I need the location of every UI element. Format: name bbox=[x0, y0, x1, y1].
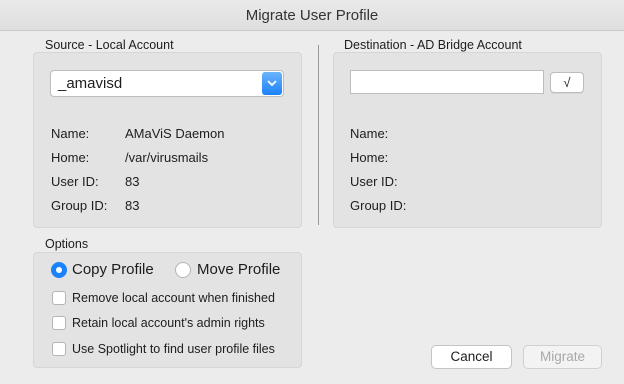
copy-profile-radio[interactable] bbox=[51, 262, 67, 278]
remove-local-account-label[interactable]: Remove local account when finished bbox=[72, 291, 275, 305]
window-title: Migrate User Profile bbox=[0, 0, 624, 31]
check-account-button[interactable]: √ bbox=[550, 72, 584, 93]
chevron-down-icon[interactable] bbox=[262, 72, 282, 95]
migrate-button[interactable]: Migrate bbox=[523, 345, 602, 369]
source-home-label: Home: bbox=[51, 150, 90, 165]
retain-admin-rights-label[interactable]: Retain local account's admin rights bbox=[72, 316, 265, 330]
use-spotlight-checkbox[interactable] bbox=[52, 342, 66, 356]
destination-userid-label: User ID: bbox=[350, 174, 398, 189]
options-heading: Options bbox=[45, 237, 89, 251]
destination-home-label: Home: bbox=[350, 150, 389, 165]
move-profile-radio[interactable] bbox=[175, 262, 191, 278]
source-groupid-label: Group ID: bbox=[51, 198, 108, 213]
destination-groupid-label: Group ID: bbox=[350, 198, 407, 213]
source-account-value: _amavisd bbox=[58, 75, 123, 92]
source-home-value: /var/virusmails bbox=[125, 150, 209, 165]
use-spotlight-label[interactable]: Use Spotlight to find user profile files bbox=[72, 342, 275, 356]
source-heading: Source - Local Account bbox=[45, 38, 174, 52]
destination-heading: Destination - AD Bridge Account bbox=[344, 38, 522, 52]
remove-local-account-checkbox[interactable] bbox=[52, 291, 66, 305]
source-userid-label: User ID: bbox=[51, 174, 99, 189]
source-name-value: AMaViS Daemon bbox=[125, 126, 225, 141]
source-userid-value: 83 bbox=[125, 174, 140, 189]
cancel-button[interactable]: Cancel bbox=[431, 345, 512, 369]
source-account-select[interactable]: _amavisd bbox=[50, 70, 284, 97]
move-profile-label[interactable]: Move Profile bbox=[197, 261, 280, 278]
source-name-label: Name: bbox=[51, 126, 90, 141]
section-divider bbox=[318, 45, 319, 225]
destination-account-field[interactable] bbox=[350, 70, 544, 94]
copy-profile-label[interactable]: Copy Profile bbox=[72, 261, 154, 278]
source-groupid-value: 83 bbox=[125, 198, 140, 213]
retain-admin-rights-checkbox[interactable] bbox=[52, 316, 66, 330]
destination-name-label: Name: bbox=[350, 126, 389, 141]
